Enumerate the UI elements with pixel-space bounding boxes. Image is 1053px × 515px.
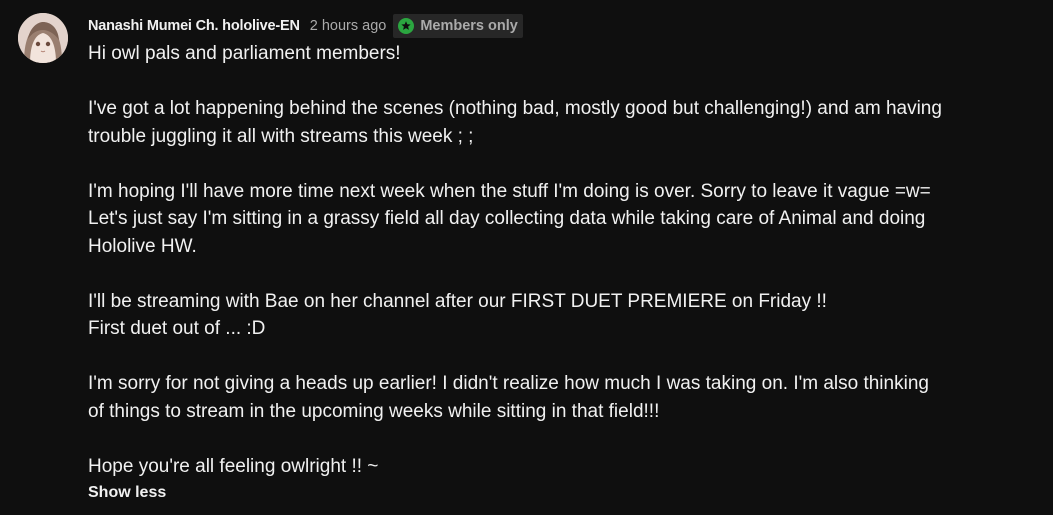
- post-header: Nanashi Mumei Ch. hololive-EN 2 hours ag…: [88, 14, 523, 38]
- post-line: I'm sorry for not giving a heads up earl…: [88, 373, 929, 394]
- post-line: First duet out of ... :D: [88, 318, 266, 339]
- avatar-image: [18, 13, 68, 63]
- post-line: Hololive HW.: [88, 235, 197, 257]
- badge-label: Members only: [420, 18, 518, 34]
- post-line: of things to stream in the upcoming week…: [88, 400, 660, 422]
- post-line: I've got a lot happening behind the scen…: [88, 98, 942, 119]
- star-icon: [398, 18, 415, 34]
- community-post: Nanashi Mumei Ch. hololive-EN 2 hours ag…: [0, 0, 1053, 515]
- post-time[interactable]: 2 hours ago: [310, 18, 387, 34]
- post-line: Hope you're all feeling owlright !! ~: [88, 455, 379, 477]
- author-name[interactable]: Nanashi Mumei Ch. hololive-EN: [88, 18, 300, 34]
- post-line: Let's just say I'm sitting in a grassy f…: [88, 208, 926, 229]
- post-line: trouble juggling it all with streams thi…: [88, 125, 474, 147]
- post-line: I'm hoping I'll have more time next week…: [88, 180, 931, 202]
- post-line: Hi owl pals and parliament members!: [88, 43, 401, 64]
- members-only-badge: Members only: [393, 14, 523, 38]
- show-less-button[interactable]: Show less: [88, 484, 166, 502]
- post-line: I'll be streaming with Bae on her channe…: [88, 290, 827, 312]
- author-avatar[interactable]: [18, 13, 68, 63]
- post-body: Hi owl pals and parliament members! I've…: [88, 40, 1018, 480]
